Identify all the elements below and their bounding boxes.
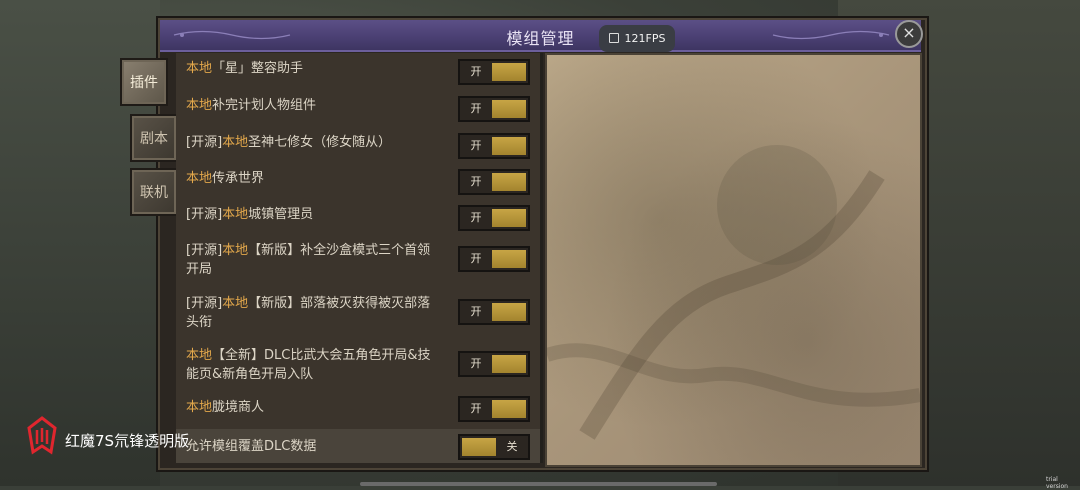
mod-name: [开源]本地城镇管理员 [186,205,451,224]
mod-title-line2: 能页&新角色开局入队 [186,367,314,382]
fps-counter: 121FPS [599,25,675,52]
mod-prefix: [开源] [186,135,223,150]
toggle-knob [492,100,526,118]
mod-toggle[interactable]: 开 [458,246,530,272]
toggle-label: 开 [470,65,482,78]
mod-tag: 本地 [186,400,213,415]
toggle-knob [492,63,526,81]
toggle-knob [492,173,526,191]
mod-tag: 本地 [186,98,213,113]
toggle-knob [492,137,526,155]
mod-toggle[interactable]: 开 [458,205,530,231]
mod-toggle[interactable]: 开 [458,299,530,325]
mod-title: 【新版】补全沙盒模式三个首领 [248,243,431,258]
mod-title: 【新版】部落被灭获得被灭部落 [248,296,431,311]
mod-tag: 本地 [222,135,249,150]
close-button[interactable]: × [895,20,923,48]
mod-tag: 本地 [186,171,213,186]
mod-preview-panel [544,53,922,467]
mod-tag: 本地 [222,243,249,258]
mod-prefix: [开源] [186,243,223,258]
tab-online-label: 联机 [140,185,168,201]
dlc-override-label: 允许模组覆盖DLC数据 [186,439,317,454]
title-bar: 模组管理 [160,20,921,52]
tab-scripts-label: 剧本 [140,131,168,147]
watermark-text: 红魔7S氘锋透明版 [65,432,190,450]
mod-toggle[interactable]: 开 [458,59,530,85]
dlc-override-row: 允许模组覆盖DLC数据 关 [176,429,540,463]
mod-prefix: [开源] [186,207,223,222]
toggle-label: 关 [506,440,518,453]
dlc-override-toggle[interactable]: 关 [458,434,530,460]
mod-toggle[interactable]: 开 [458,351,530,377]
toggle-knob [492,355,526,373]
mod-title: 「星」整容助手 [212,61,304,76]
mod-tag: 本地 [222,207,249,222]
mod-title: 胧境商人 [212,400,265,415]
mod-name: [开源]本地【新版】补全沙盒模式三个首领开局 [186,241,451,279]
mod-title: 圣神七修女（修女随从） [248,135,392,150]
horizontal-scrollbar[interactable] [360,482,717,486]
toggle-knob [492,400,526,418]
mod-name: 本地补完计划人物组件 [186,96,451,115]
mod-toggle[interactable]: 开 [458,133,530,159]
mod-name: 本地「星」整容助手 [186,59,451,78]
mod-list: 本地「星」整容助手 开 本地补完计划人物组件 开 [开源]本地圣神七修女（修女随… [176,53,543,463]
tab-online[interactable]: 联机 [130,168,178,216]
ornament-right-icon [772,30,890,40]
preview-artwork [544,145,922,440]
tab-scripts[interactable]: 剧本 [130,114,178,162]
mod-toggle[interactable]: 开 [458,396,530,422]
toggle-knob [492,209,526,227]
toggle-label: 开 [470,357,482,370]
mod-tag: 本地 [222,296,249,311]
mod-name: [开源]本地圣神七修女（修女随从） [186,133,451,152]
toggle-knob [492,303,526,321]
toggle-label: 开 [470,305,482,318]
toggle-label: 开 [470,402,482,415]
mod-name: 本地传承世界 [186,169,451,188]
mod-toggle[interactable]: 开 [458,96,530,122]
toggle-label: 开 [470,211,482,224]
mod-prefix: [开源] [186,296,223,311]
toggle-label: 开 [470,139,482,152]
tab-plugins[interactable]: 插件 [120,58,168,106]
mod-toggle[interactable]: 开 [458,169,530,195]
mod-name: [开源]本地【新版】部落被灭获得被灭部落头衔 [186,294,451,332]
mod-title: 传承世界 [212,171,265,186]
toggle-label: 开 [470,175,482,188]
mod-title-line2: 开局 [186,262,213,277]
mod-tag: 本地 [186,348,213,363]
fps-label: 121FPS [624,32,666,45]
tab-plugins-label: 插件 [130,75,158,91]
fps-icon [608,33,619,43]
mod-title-line2: 头衔 [186,315,213,330]
mod-tag: 本地 [186,61,213,76]
redmagic-logo-icon [27,416,57,455]
toggle-label: 开 [470,252,482,265]
toggle-knob [492,250,526,268]
mod-title: 城镇管理员 [248,207,314,222]
toggle-label: 开 [470,102,482,115]
mod-title: 补完计划人物组件 [212,98,317,113]
mod-title: 【全新】DLC比武大会五角色开局&技 [212,348,431,363]
trial-version-label: trial version [1046,476,1068,490]
toggle-knob [462,438,496,456]
mod-name: 本地【全新】DLC比武大会五角色开局&技能页&新角色开局入队 [186,346,451,384]
mod-name: 本地胧境商人 [186,398,451,417]
